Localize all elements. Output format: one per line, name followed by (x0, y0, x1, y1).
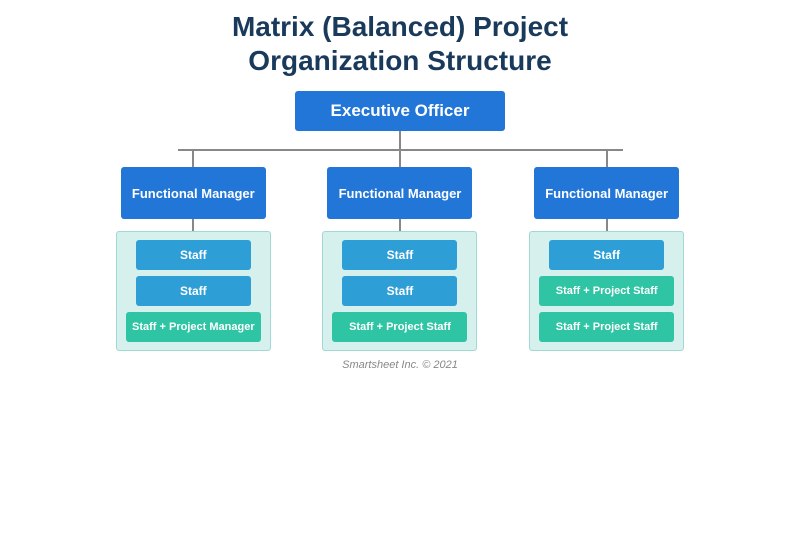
title-line1: Matrix (Balanced) Project (232, 11, 568, 42)
exec-connector (399, 131, 401, 149)
branches-row: Functional Manager Staff Staff Staff + P… (90, 149, 710, 351)
page-wrapper: Matrix (Balanced) Project Organization S… (0, 0, 800, 541)
executive-officer-box: Executive Officer (295, 91, 506, 131)
col1-top-connector (192, 149, 194, 167)
col2-lower: Staff Staff Staff + Project Staff (322, 231, 477, 351)
title-line2: Organization Structure (248, 45, 551, 76)
col3-line (606, 219, 608, 231)
func-manager-label-1: Functional Manager (132, 186, 255, 201)
staff-box-2-2: Staff (342, 276, 457, 306)
col2-line (399, 219, 401, 231)
func-manager-box-1: Functional Manager (121, 167, 266, 219)
func-manager-label-2: Functional Manager (339, 186, 462, 201)
project-box-3-1: Staff + Project Staff (539, 276, 674, 306)
col3-lower: Staff Staff + Project Staff Staff + Proj… (529, 231, 684, 351)
func-manager-box-2: Functional Manager (327, 167, 472, 219)
footer-label: Smartsheet Inc. © 2021 (342, 359, 458, 371)
column-2: Functional Manager Staff Staff Staff + P… (312, 149, 487, 351)
col1-lower: Staff Staff Staff + Project Manager (116, 231, 271, 351)
staff-label-3-1: Staff (593, 248, 620, 262)
org-chart: Executive Officer Functional Manager Sta… (20, 91, 780, 351)
project-label-2: Staff + Project Staff (349, 321, 451, 333)
project-box-2: Staff + Project Staff (332, 312, 467, 342)
project-box-3-2: Staff + Project Staff (539, 312, 674, 342)
col1-line (192, 219, 194, 231)
func-manager-label-3: Functional Manager (545, 186, 668, 201)
staff-label-2-2: Staff (387, 284, 414, 298)
executive-officer-label: Executive Officer (331, 101, 470, 120)
footer-text: Smartsheet Inc. © 2021 (342, 359, 458, 371)
project-label-3-1: Staff + Project Staff (556, 285, 658, 297)
project-label-3-2: Staff + Project Staff (556, 321, 658, 333)
project-label-1: Staff + Project Manager (132, 321, 255, 333)
col2-top-connector (399, 149, 401, 167)
page-title: Matrix (Balanced) Project Organization S… (232, 10, 568, 77)
staff-box-1-1: Staff (136, 240, 251, 270)
func-manager-box-3: Functional Manager (534, 167, 679, 219)
col3-top-connector (606, 149, 608, 167)
staff-label-1-2: Staff (180, 284, 207, 298)
staff-label-1-1: Staff (180, 248, 207, 262)
staff-box-1-2: Staff (136, 276, 251, 306)
column-1: Functional Manager Staff Staff Staff + P… (106, 149, 281, 351)
staff-box-3-1: Staff (549, 240, 664, 270)
project-box-1: Staff + Project Manager (126, 312, 261, 342)
staff-label-2-1: Staff (387, 248, 414, 262)
column-3: Functional Manager Staff Staff + Project… (519, 149, 694, 351)
staff-box-2-1: Staff (342, 240, 457, 270)
